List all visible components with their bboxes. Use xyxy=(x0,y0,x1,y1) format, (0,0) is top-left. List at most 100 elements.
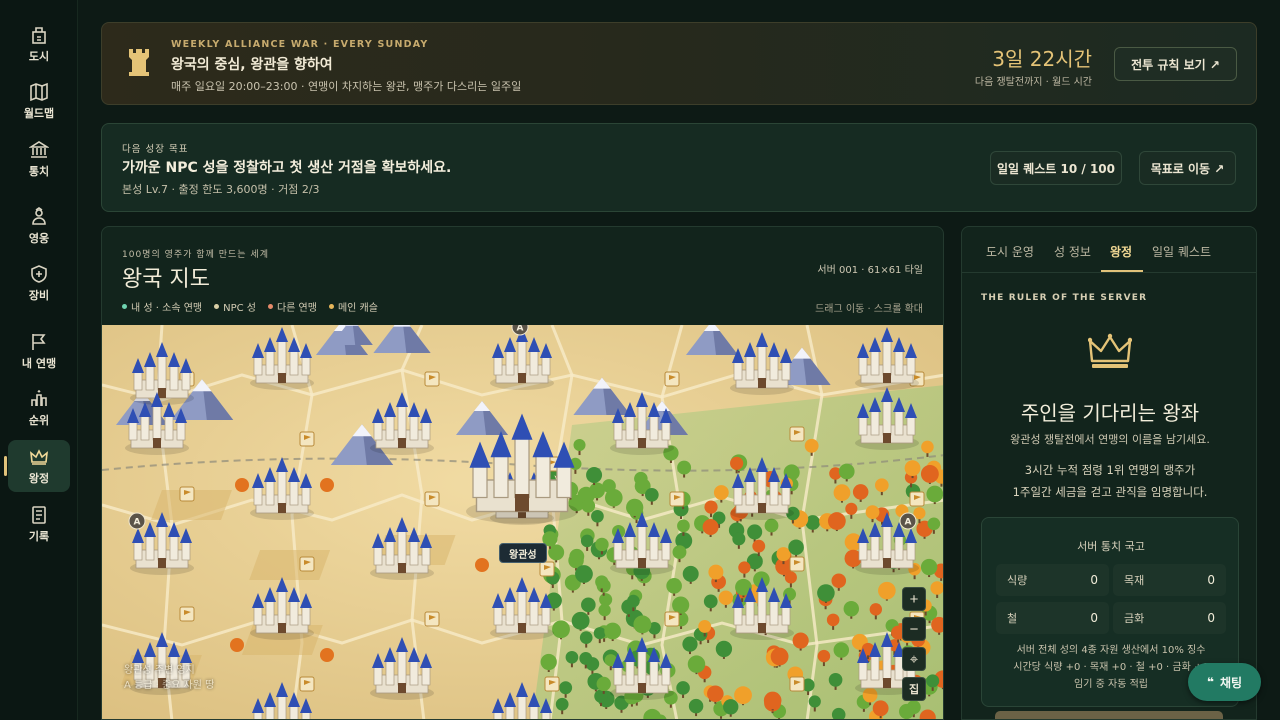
tree xyxy=(713,485,729,500)
tree xyxy=(920,558,938,576)
tree xyxy=(869,603,883,616)
legend-dot xyxy=(214,304,220,309)
castle-gate xyxy=(153,438,161,448)
sidebar-item-city[interactable]: 도시 xyxy=(8,18,70,70)
castle-tower xyxy=(661,421,671,441)
castle-tower xyxy=(769,600,779,626)
daily-quest-button[interactable]: 일일 퀘스트 10 / 100 xyxy=(990,151,1122,185)
tree xyxy=(920,464,939,483)
castle-tower xyxy=(733,361,743,381)
resource-value: 0 xyxy=(1090,611,1098,625)
tree xyxy=(827,512,846,530)
sidebar-item-hero[interactable]: 영웅 xyxy=(8,200,70,252)
castle-tower xyxy=(556,465,572,499)
territory-flag xyxy=(424,491,440,507)
tree xyxy=(788,539,804,556)
home-button[interactable]: 집 xyxy=(902,677,926,701)
castle-gate xyxy=(158,558,166,568)
go-to-goal-button[interactable]: 목표로 이동 ↗ xyxy=(1139,151,1236,185)
tree xyxy=(734,686,752,705)
panel-action-button[interactable] xyxy=(995,711,1223,719)
sidebar-item-label: 통치 xyxy=(28,164,50,178)
map-note: 왕관성 주변 영지 A 등급 · 중요 자원 땅 xyxy=(124,663,214,693)
mountain-snow xyxy=(345,325,359,326)
throne-subtitle: 왕관성 쟁탈전에서 연맹의 이름을 남기세요. xyxy=(1010,433,1210,446)
tab-city-management[interactable]: 도시 운영 xyxy=(986,243,1034,260)
castle-gate xyxy=(398,563,406,573)
legend-item-npc: NPC 성 xyxy=(214,299,256,314)
tree xyxy=(672,596,690,614)
castle-tower xyxy=(277,695,287,719)
sidebar-item-equipment[interactable]: 장비 xyxy=(8,257,70,309)
tab-monarchy[interactable]: 왕정 xyxy=(1110,243,1132,260)
map-note-line: A 등급 · 중요 자원 땅 xyxy=(124,680,215,691)
castle-tower xyxy=(858,356,868,376)
sidebar-item-world-map[interactable]: 월드맵 xyxy=(8,75,70,127)
tree xyxy=(235,478,249,492)
castle-tower xyxy=(858,541,868,561)
chat-button[interactable]: ❝ 채팅 xyxy=(1188,663,1261,701)
tree xyxy=(723,699,739,715)
territory-flag xyxy=(789,426,805,442)
tree xyxy=(586,467,603,484)
castle-tower xyxy=(397,405,407,441)
castle-tower xyxy=(152,405,162,441)
sidebar-item-ranking[interactable]: 순위 xyxy=(8,382,70,434)
tree xyxy=(708,564,724,580)
grade-marker-label: A xyxy=(517,325,524,334)
castle-tower xyxy=(505,705,515,719)
castle-tower xyxy=(541,711,551,719)
panel-tabs: 도시 운영 성 정보 왕정 일일 퀘스트 xyxy=(962,227,1256,273)
sidebar-item-govern[interactable]: 통치 xyxy=(8,133,70,185)
battle-rules-button[interactable]: 전투 규칙 보기 ↗ xyxy=(1114,47,1237,81)
sidebar-item-my-alliance[interactable]: 내 연맹 xyxy=(8,325,70,377)
tree xyxy=(540,653,557,671)
tree xyxy=(604,488,623,507)
legend-label: NPC 성 xyxy=(223,303,256,314)
castle-tower xyxy=(745,355,755,381)
castle-tower xyxy=(505,350,515,376)
castle-tower xyxy=(145,365,155,391)
equipment-icon xyxy=(31,264,47,283)
territory-flag xyxy=(789,556,805,572)
tree xyxy=(921,440,934,454)
tree xyxy=(833,484,851,502)
tree xyxy=(718,590,734,605)
goal-kicker: 다음 성장 목표 xyxy=(122,144,189,155)
tree xyxy=(644,487,659,502)
zoom-in-button[interactable]: + xyxy=(902,587,926,611)
recenter-button[interactable]: ⌖ xyxy=(902,647,926,671)
war-countdown-sub: 다음 쟁탈전까지 · 월드 시간 xyxy=(974,77,1092,88)
chat-label: 채팅 xyxy=(1219,675,1243,690)
mountain-snow xyxy=(393,325,411,327)
sidebar-item-monarchy[interactable]: 왕정 xyxy=(8,440,70,492)
tree xyxy=(704,500,718,514)
tab-castle-info[interactable]: 성 정보 xyxy=(1054,243,1091,260)
tree xyxy=(698,620,712,633)
castle-tower xyxy=(858,416,868,436)
govern-icon xyxy=(29,140,49,158)
castle-tower xyxy=(894,410,904,436)
castle-tower xyxy=(882,645,892,681)
tree xyxy=(552,620,570,639)
crown-castle-label[interactable]: 왕관성 xyxy=(499,543,547,563)
tree xyxy=(843,601,860,617)
sidebar-item-records[interactable]: 기록 xyxy=(8,498,70,550)
zoom-out-button[interactable]: − xyxy=(902,617,926,641)
castle-tower xyxy=(625,415,635,441)
castle-tower xyxy=(870,410,880,436)
tree xyxy=(828,673,843,687)
tree xyxy=(732,532,746,546)
tree xyxy=(738,561,751,574)
castle-tower xyxy=(769,355,779,381)
castle-tower xyxy=(733,486,743,506)
sidebar-item-label: 순위 xyxy=(28,413,50,427)
map-canvas[interactable]: A A A xyxy=(102,325,944,720)
castle-tower xyxy=(493,711,503,719)
tab-daily-quest[interactable]: 일일 퀘스트 xyxy=(1152,243,1211,260)
resource-label: 목재 xyxy=(1124,574,1145,587)
castle-tower xyxy=(493,454,509,499)
growth-goal-banner: 다음 성장 목표 가까운 NPC 성을 정찰하고 첫 생산 거점을 확보하세요.… xyxy=(101,123,1257,212)
tree xyxy=(598,603,611,617)
castle-tower xyxy=(169,535,179,561)
